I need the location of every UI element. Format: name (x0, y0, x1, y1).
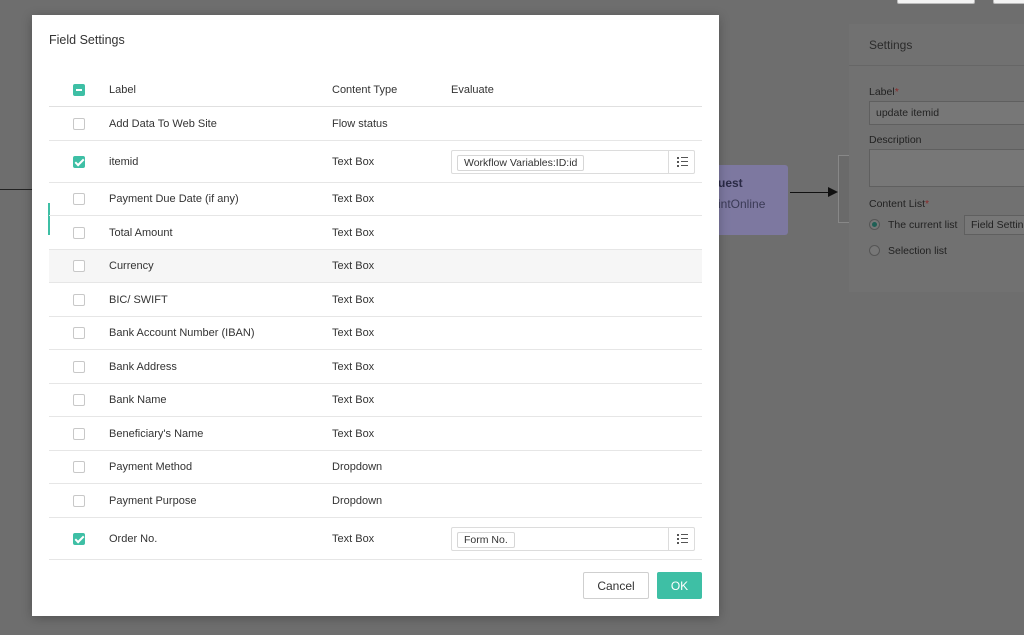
row-content-type: Text Box (332, 327, 375, 339)
table-row: Beneficiary's Name Text Box (49, 417, 702, 451)
row-label: Bank Address (109, 360, 177, 373)
current-list-select[interactable]: Field Settin (964, 215, 1024, 235)
ok-button[interactable]: OK (657, 572, 702, 599)
bg-connector-arrow (790, 192, 830, 193)
row-content-type: Text Box (332, 427, 375, 440)
table-row: BIC/ SWIFT Text Box (49, 283, 702, 317)
evaluate-tag[interactable]: Workflow Variables:ID:id (457, 154, 585, 171)
table-row: Bank Address Text Box (49, 350, 702, 384)
variable-picker-button[interactable] (668, 527, 694, 550)
column-header-content-type: Content Type (332, 83, 398, 96)
evaluate-field[interactable]: Workflow Variables:ID:id (451, 149, 695, 174)
row-checkbox[interactable] (73, 494, 85, 507)
table-row: Bank Name Text Box (49, 384, 702, 417)
row-content-type: Text Box (332, 260, 375, 272)
column-header-evaluate: Evaluate (451, 83, 494, 96)
table-row: Order No. Text Box Form No. (49, 518, 702, 560)
table-row: Currency Text Box (49, 250, 702, 283)
evaluate-field[interactable]: Form No. (451, 526, 695, 551)
row-label: Beneficiary's Name (109, 427, 204, 440)
arrowhead-icon (828, 187, 838, 197)
list-icon (677, 156, 688, 167)
row-label: Bank Account Number (IBAN) (109, 327, 255, 339)
column-header-label: Label (109, 83, 136, 96)
bg-node-title: uest (718, 176, 743, 190)
row-label: Payment Method (109, 461, 193, 473)
bg-node-subtitle: intOnline (718, 197, 766, 211)
variable-picker-button[interactable] (668, 150, 694, 173)
row-label: Add Data To Web Site (109, 117, 217, 130)
description-input[interactable] (869, 149, 1024, 187)
table-row: itemid Text Box Workflow Variables:ID:id (49, 141, 702, 183)
table-row: Payment Method Dropdown (49, 451, 702, 484)
row-label: Payment Due Date (if any) (109, 193, 239, 205)
row-checkbox[interactable] (73, 427, 85, 440)
row-content-type: Text Box (332, 360, 375, 373)
row-checkbox[interactable] (73, 226, 85, 239)
row-label: Total Amount (109, 226, 173, 239)
row-label: itemid (109, 155, 139, 168)
radio-current-list-label: The current list (888, 219, 958, 231)
table-row: Add Data To Web Site Flow status (49, 107, 702, 141)
row-checkbox[interactable] (73, 117, 85, 130)
list-icon (677, 533, 688, 544)
row-checkbox[interactable] (73, 155, 85, 168)
table-row: Payment Due Date (if any) Text Box (49, 183, 702, 216)
dialog-title: Field Settings (49, 33, 125, 47)
row-label: BIC/ SWIFT (109, 293, 168, 306)
table-row: Total Amount Text Box (49, 216, 702, 250)
bg-top-button (897, 0, 975, 4)
radio-current-list[interactable] (869, 219, 880, 230)
radio-selection-list-label: Selection list (888, 245, 947, 257)
row-label: Order No. (109, 532, 158, 545)
bg-connector-line (0, 189, 32, 190)
row-content-type: Flow status (332, 117, 388, 130)
row-content-type: Text Box (332, 293, 375, 306)
row-checkbox[interactable] (73, 193, 85, 205)
row-content-type: Text Box (332, 155, 375, 168)
description-field-label: Description (869, 134, 922, 146)
row-content-type: Dropdown (332, 494, 383, 507)
row-label: Currency (109, 260, 154, 272)
row-checkbox[interactable] (73, 394, 85, 406)
row-content-type: Text Box (332, 394, 375, 406)
table-header: Label Content Type Evaluate (49, 73, 702, 107)
row-label: Bank Name (109, 394, 167, 406)
row-checkbox[interactable] (73, 327, 85, 339)
row-checkbox[interactable] (73, 532, 85, 545)
row-checkbox[interactable] (73, 260, 85, 272)
row-content-type: Text Box (332, 532, 375, 545)
row-content-type: Dropdown (332, 461, 383, 473)
row-content-type: Text Box (332, 226, 375, 239)
row-checkbox[interactable] (73, 293, 85, 306)
table-row: Bank Account Number (IBAN) Text Box (49, 317, 702, 350)
content-list-label: Content List* (869, 198, 930, 210)
radio-selection-list[interactable] (869, 245, 880, 256)
bg-top-button (993, 0, 1024, 4)
select-all-checkbox[interactable] (73, 83, 85, 96)
evaluate-tag[interactable]: Form No. (457, 531, 515, 548)
settings-panel: Settings Label* update itemid Descriptio… (849, 24, 1024, 292)
row-checkbox[interactable] (73, 461, 85, 473)
label-field-label: Label* (869, 86, 899, 98)
row-label: Payment Purpose (109, 494, 197, 507)
row-content-type: Text Box (332, 193, 375, 205)
table-row: Payment Purpose Dropdown (49, 484, 702, 518)
field-settings-dialog: Field Settings Label Content Type Evalua… (32, 15, 719, 616)
cancel-button[interactable]: Cancel (583, 572, 649, 599)
label-input[interactable]: update itemid (869, 101, 1024, 125)
row-checkbox[interactable] (73, 360, 85, 373)
field-settings-table: Label Content Type Evaluate Add Data To … (49, 73, 702, 560)
settings-panel-title: Settings (849, 24, 1024, 66)
